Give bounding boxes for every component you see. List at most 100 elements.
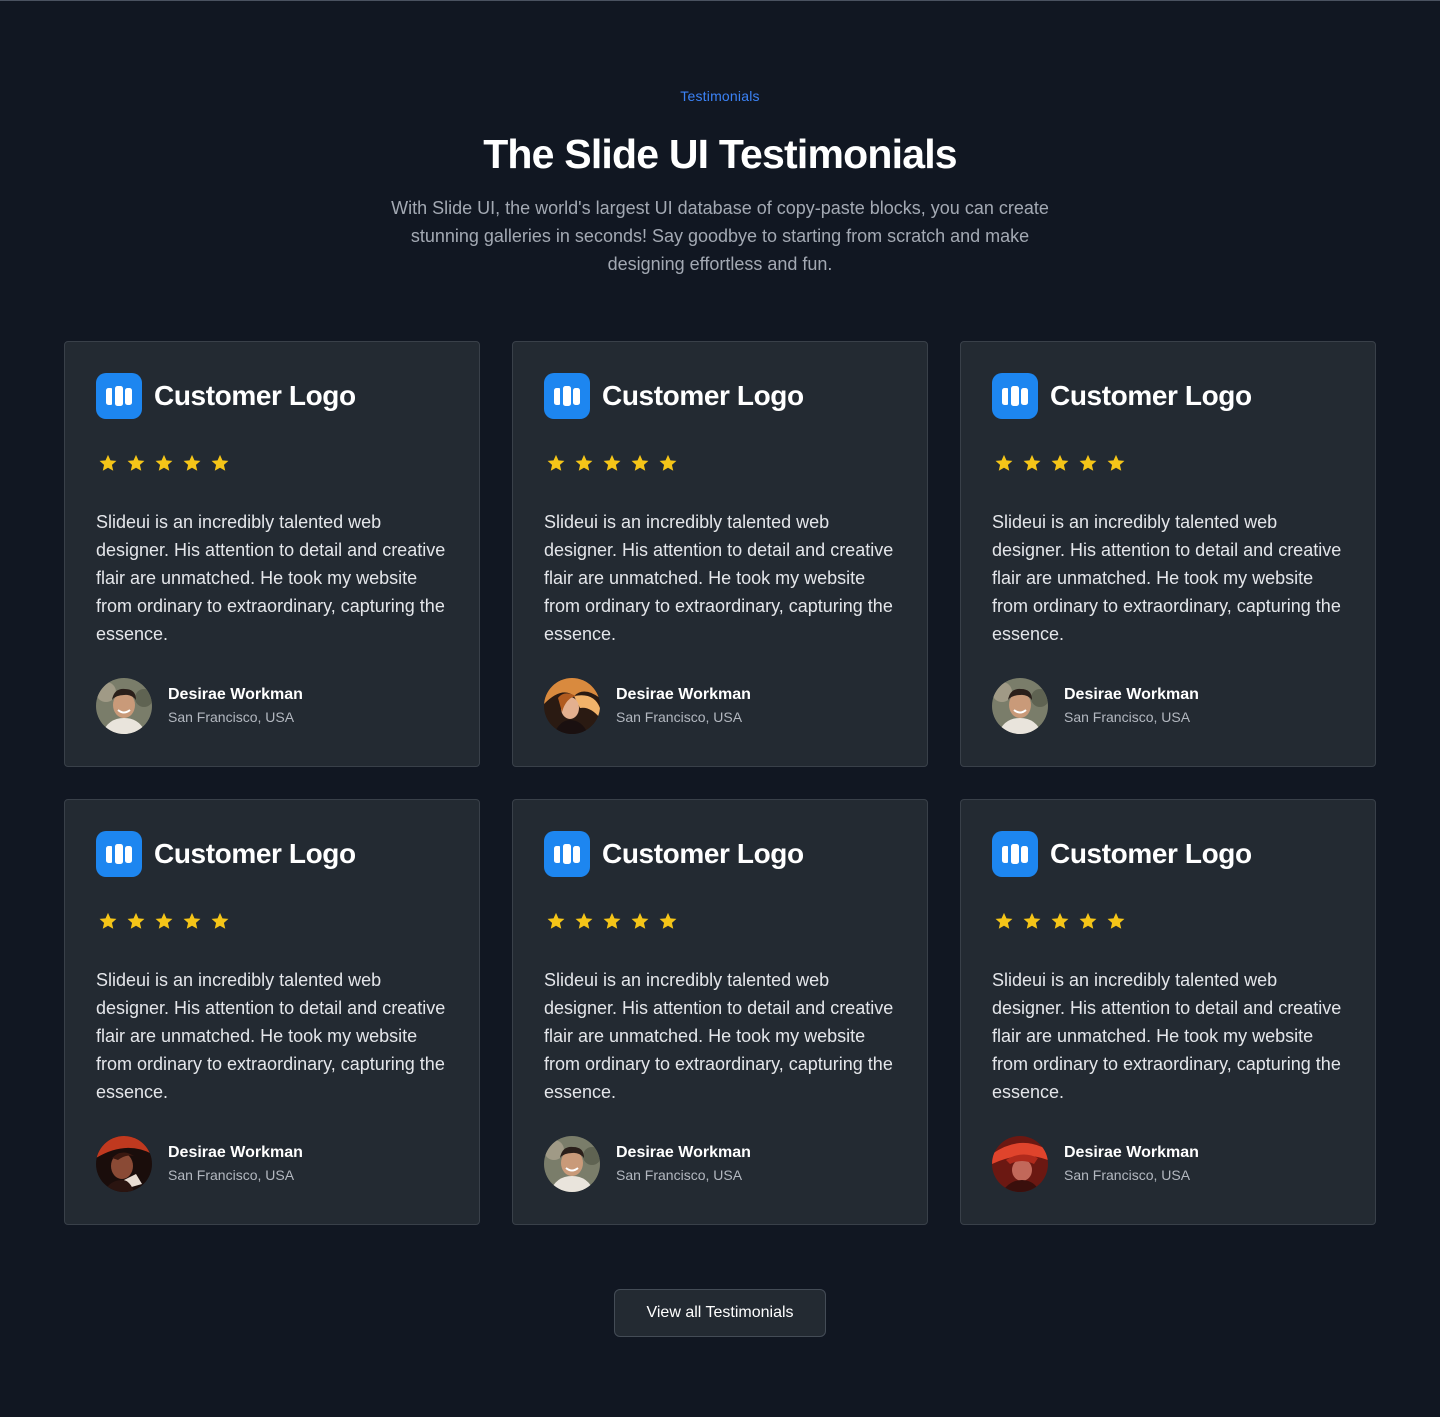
customer-logo-mark xyxy=(992,373,1038,419)
author-name: Desirae Workman xyxy=(168,685,303,703)
star-rating xyxy=(98,911,238,931)
star-icon xyxy=(127,454,145,471)
star-rating xyxy=(994,453,1134,473)
star-icon xyxy=(183,454,201,471)
author-name: Desirae Workman xyxy=(616,1143,751,1161)
testimonial-author: Desirae Workman San Francisco, USA xyxy=(544,1136,751,1192)
author-name: Desirae Workman xyxy=(168,1143,303,1161)
testimonial-quote: Slideui is an incredibly talented web de… xyxy=(544,512,894,644)
customer-logo-mark xyxy=(992,831,1038,877)
star-icon xyxy=(211,454,229,471)
author-location: San Francisco, USA xyxy=(168,708,295,725)
star-icon xyxy=(1079,454,1097,471)
customer-logo: Customer Logo xyxy=(96,830,356,878)
star-icon xyxy=(631,912,649,929)
author-location: San Francisco, USA xyxy=(1064,1166,1191,1183)
testimonial-card: Customer Logo Slideui is an incredibly ta… xyxy=(960,799,1376,1225)
testimonials-section: Testimonials The Slide UI Testimonials W… xyxy=(0,0,1440,1417)
testimonial-quote: Slideui is an incredibly talented web de… xyxy=(992,970,1342,1102)
author-name: Desirae Workman xyxy=(1064,1143,1199,1161)
customer-logo: Customer Logo xyxy=(992,372,1252,420)
testimonial-card: Customer Logo Slideui is an incredibly ta… xyxy=(512,341,928,767)
star-icon xyxy=(631,454,649,471)
customer-logo-icon xyxy=(554,844,580,864)
author-name: Desirae Workman xyxy=(1064,685,1199,703)
testimonial-author: Desirae Workman San Francisco, USA xyxy=(544,678,751,734)
testimonial-card: Customer Logo Slideui is an incredibly ta… xyxy=(960,341,1376,767)
author-location: San Francisco, USA xyxy=(1064,708,1191,725)
testimonial-quote: Slideui is an incredibly talented web de… xyxy=(96,512,446,644)
customer-logo: Customer Logo xyxy=(992,830,1252,878)
author-info: Desirae Workman San Francisco, USA xyxy=(1064,685,1199,728)
customer-logo-text: Customer Logo xyxy=(1050,838,1252,869)
star-icon xyxy=(211,912,229,929)
star-rating xyxy=(546,911,686,931)
customer-logo-icon xyxy=(1002,386,1028,406)
customer-logo-mark xyxy=(96,831,142,877)
author-name: Desirae Workman xyxy=(616,685,751,703)
star-rating xyxy=(98,453,238,473)
testimonial-author: Desirae Workman San Francisco, USA xyxy=(96,1136,303,1192)
avatar xyxy=(992,678,1048,734)
star-icon xyxy=(547,912,565,929)
view-all-testimonials-button[interactable]: View all Testimonials xyxy=(614,1289,826,1337)
star-icon xyxy=(1079,912,1097,929)
customer-logo-text: Customer Logo xyxy=(602,380,804,411)
avatar xyxy=(992,1136,1048,1192)
star-icon xyxy=(1051,454,1069,471)
customer-logo-mark xyxy=(544,831,590,877)
star-icon xyxy=(603,912,621,929)
star-icon xyxy=(995,912,1013,929)
customer-logo: Customer Logo xyxy=(544,830,804,878)
author-info: Desirae Workman San Francisco, USA xyxy=(168,1143,303,1186)
star-icon xyxy=(155,912,173,929)
customer-logo-icon xyxy=(554,386,580,406)
star-rating xyxy=(546,453,686,473)
star-icon xyxy=(659,912,677,929)
star-icon xyxy=(547,454,565,471)
star-icon xyxy=(183,912,201,929)
star-icon xyxy=(575,912,593,929)
avatar xyxy=(96,678,152,734)
customer-logo-text: Customer Logo xyxy=(154,380,356,411)
star-icon xyxy=(99,912,117,929)
star-icon xyxy=(1107,454,1125,471)
star-icon xyxy=(155,454,173,471)
author-location: San Francisco, USA xyxy=(616,708,743,725)
customer-logo: Customer Logo xyxy=(96,372,356,420)
customer-logo-icon xyxy=(106,844,132,864)
testimonial-author: Desirae Workman San Francisco, USA xyxy=(96,678,303,734)
customer-logo-text: Customer Logo xyxy=(1050,380,1252,411)
star-icon xyxy=(1023,454,1041,471)
author-location: San Francisco, USA xyxy=(616,1166,743,1183)
author-info: Desirae Workman San Francisco, USA xyxy=(1064,1143,1199,1186)
testimonial-card: Customer Logo Slideui is an incredibly ta… xyxy=(64,341,480,767)
author-info: Desirae Workman San Francisco, USA xyxy=(616,685,751,728)
star-icon xyxy=(1023,912,1041,929)
avatar xyxy=(544,678,600,734)
customer-logo-mark xyxy=(96,373,142,419)
star-icon xyxy=(99,454,117,471)
section-subtitle: With Slide UI, the world's largest UI da… xyxy=(391,198,1049,274)
testimonial-author: Desirae Workman San Francisco, USA xyxy=(992,1136,1199,1192)
star-icon xyxy=(1107,912,1125,929)
author-location: San Francisco, USA xyxy=(168,1166,295,1183)
avatar xyxy=(544,1136,600,1192)
star-icon xyxy=(1051,912,1069,929)
testimonial-quote: Slideui is an incredibly talented web de… xyxy=(992,512,1342,644)
star-icon xyxy=(603,454,621,471)
testimonial-quote: Slideui is an incredibly talented web de… xyxy=(544,970,894,1102)
author-info: Desirae Workman San Francisco, USA xyxy=(168,685,303,728)
star-icon xyxy=(995,454,1013,471)
customer-logo-icon xyxy=(106,386,132,406)
star-icon xyxy=(659,454,677,471)
section-eyebrow: Testimonials xyxy=(680,88,760,104)
testimonial-card: Customer Logo Slideui is an incredibly ta… xyxy=(512,799,928,1225)
star-icon xyxy=(575,454,593,471)
testimonial-card: Customer Logo Slideui is an incredibly ta… xyxy=(64,799,480,1225)
customer-logo-text: Customer Logo xyxy=(602,838,804,869)
star-icon xyxy=(127,912,145,929)
customer-logo-text: Customer Logo xyxy=(154,838,356,869)
customer-logo: Customer Logo xyxy=(544,372,804,420)
customer-logo-icon xyxy=(1002,844,1028,864)
